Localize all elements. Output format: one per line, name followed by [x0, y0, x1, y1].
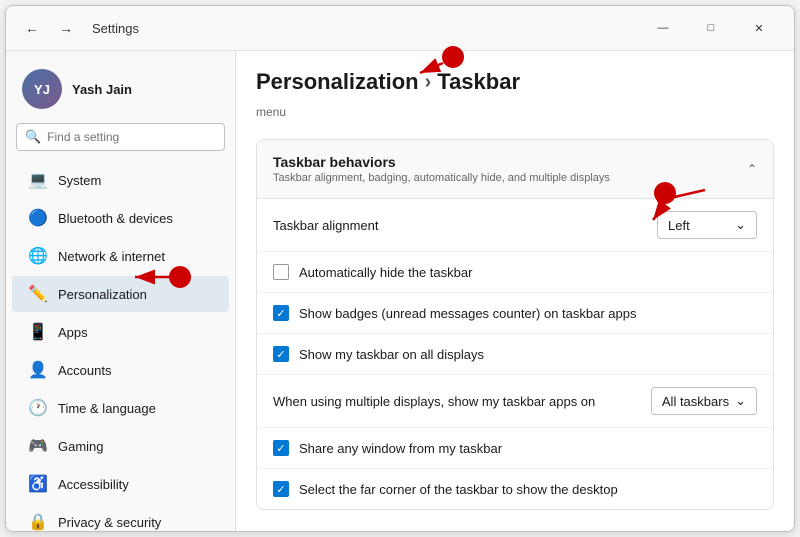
- sidebar-item-system[interactable]: 💻 System: [12, 162, 229, 198]
- sidebar-item-label: Network & internet: [58, 249, 165, 264]
- search-box[interactable]: 🔍: [16, 123, 225, 151]
- all-displays-label: Show my taskbar on all displays: [299, 347, 484, 362]
- breadcrumb-current: Taskbar: [437, 69, 520, 95]
- sidebar-item-time[interactable]: 🕐 Time & language: [12, 390, 229, 426]
- sidebar-item-label: Accounts: [58, 363, 111, 378]
- content-area: Personalization › Taskbar menu Taskbar b…: [236, 51, 794, 531]
- group-header[interactable]: Taskbar behaviors Taskbar alignment, bad…: [257, 140, 773, 199]
- group-header-text: Taskbar behaviors Taskbar alignment, bad…: [273, 154, 610, 184]
- window-controls: — □ ✕: [640, 14, 782, 42]
- sidebar-item-personalization[interactable]: ✏️ Personalization: [12, 276, 229, 312]
- sidebar-item-label: Personalization: [58, 287, 147, 302]
- sidebar-item-label: Bluetooth & devices: [58, 211, 173, 226]
- sidebar: YJ Yash Jain 🔍 💻 System 🔵 Bluetooth & de…: [6, 51, 236, 531]
- sidebar-item-label: Apps: [58, 325, 88, 340]
- bluetooth-icon: 🔵: [28, 208, 48, 228]
- accessibility-icon: ♿: [28, 474, 48, 494]
- system-icon: 💻: [28, 170, 48, 190]
- forward-button[interactable]: →: [52, 14, 80, 42]
- autohide-label: Automatically hide the taskbar: [299, 265, 472, 280]
- user-profile: YJ Yash Jain: [6, 61, 235, 123]
- setting-row-alignment: Taskbar alignment Left ⌄: [257, 199, 773, 252]
- share-window-checkbox[interactable]: ✓: [273, 440, 289, 456]
- avatar: YJ: [22, 69, 62, 109]
- gaming-icon: 🎮: [28, 436, 48, 456]
- dropdown-chevron-icon2: ⌄: [735, 393, 746, 409]
- setting-row-far-corner: ✓ Select the far corner of the taskbar t…: [257, 469, 773, 509]
- sidebar-item-label: Gaming: [58, 439, 104, 454]
- title-bar: ← → Settings — □ ✕: [6, 6, 794, 51]
- multiple-displays-value: All taskbars: [662, 394, 729, 409]
- share-window-label: Share any window from my taskbar: [299, 441, 502, 456]
- personalization-icon: ✏️: [28, 284, 48, 304]
- multiple-displays-dropdown[interactable]: All taskbars ⌄: [651, 387, 757, 415]
- badges-label: Show badges (unread messages counter) on…: [299, 306, 636, 321]
- apps-icon: 📱: [28, 322, 48, 342]
- sidebar-item-accounts[interactable]: 👤 Accounts: [12, 352, 229, 388]
- breadcrumb-parent: Personalization: [256, 69, 419, 95]
- footer-links: ? Get help ☺ Give feedback: [256, 520, 774, 531]
- sidebar-item-network[interactable]: 🌐 Network & internet: [12, 238, 229, 274]
- breadcrumb-separator: ›: [425, 71, 432, 94]
- sidebar-item-label: Accessibility: [58, 477, 129, 492]
- sidebar-item-label: System: [58, 173, 101, 188]
- sidebar-item-accessibility[interactable]: ♿ Accessibility: [12, 466, 229, 502]
- sidebar-item-label: Time & language: [58, 401, 156, 416]
- nav-buttons: ← →: [18, 14, 80, 42]
- maximize-button[interactable]: □: [688, 14, 734, 42]
- sidebar-item-apps[interactable]: 📱 Apps: [12, 314, 229, 350]
- far-corner-checkbox[interactable]: ✓: [273, 481, 289, 497]
- title-bar-left: ← → Settings: [18, 14, 139, 42]
- close-button[interactable]: ✕: [736, 14, 782, 42]
- group-subtitle: Taskbar alignment, badging, automaticall…: [273, 172, 610, 184]
- network-icon: 🌐: [28, 246, 48, 266]
- alignment-value: Left: [668, 218, 690, 233]
- far-corner-label: Select the far corner of the taskbar to …: [299, 482, 618, 497]
- autohide-checkbox[interactable]: [273, 264, 289, 280]
- setting-row-autohide: Automatically hide the taskbar: [257, 252, 773, 293]
- settings-window: ← → Settings — □ ✕ YJ Yash Jain: [5, 5, 795, 532]
- setting-row-all-displays: ✓ Show my taskbar on all displays: [257, 334, 773, 375]
- section-label: menu: [256, 105, 774, 127]
- sidebar-item-label: Privacy & security: [58, 515, 161, 530]
- alignment-dropdown[interactable]: Left ⌄: [657, 211, 757, 239]
- alignment-label: Taskbar alignment: [273, 218, 379, 233]
- sidebar-item-gaming[interactable]: 🎮 Gaming: [12, 428, 229, 464]
- taskbar-behaviors-group: Taskbar behaviors Taskbar alignment, bad…: [256, 139, 774, 510]
- minimize-button[interactable]: —: [640, 14, 686, 42]
- dropdown-chevron-icon: ⌄: [735, 217, 746, 233]
- time-icon: 🕐: [28, 398, 48, 418]
- accounts-icon: 👤: [28, 360, 48, 380]
- privacy-icon: 🔒: [28, 512, 48, 531]
- main-content: YJ Yash Jain 🔍 💻 System 🔵 Bluetooth & de…: [6, 51, 794, 531]
- setting-row-badges: ✓ Show badges (unread messages counter) …: [257, 293, 773, 334]
- all-displays-checkbox[interactable]: ✓: [273, 346, 289, 362]
- breadcrumb: Personalization › Taskbar: [256, 51, 774, 105]
- group-title: Taskbar behaviors: [273, 154, 610, 170]
- sidebar-item-bluetooth[interactable]: 🔵 Bluetooth & devices: [12, 200, 229, 236]
- badges-checkbox[interactable]: ✓: [273, 305, 289, 321]
- setting-row-multiple-displays: When using multiple displays, show my ta…: [257, 375, 773, 428]
- back-button[interactable]: ←: [18, 14, 46, 42]
- user-name: Yash Jain: [72, 82, 132, 97]
- multiple-displays-label: When using multiple displays, show my ta…: [273, 394, 595, 409]
- setting-row-share-window: ✓ Share any window from my taskbar: [257, 428, 773, 469]
- search-input[interactable]: [47, 130, 216, 144]
- chevron-up-icon: ⌃: [747, 162, 757, 176]
- search-icon: 🔍: [25, 129, 41, 145]
- sidebar-item-privacy[interactable]: 🔒 Privacy & security: [12, 504, 229, 531]
- window-title: Settings: [92, 21, 139, 36]
